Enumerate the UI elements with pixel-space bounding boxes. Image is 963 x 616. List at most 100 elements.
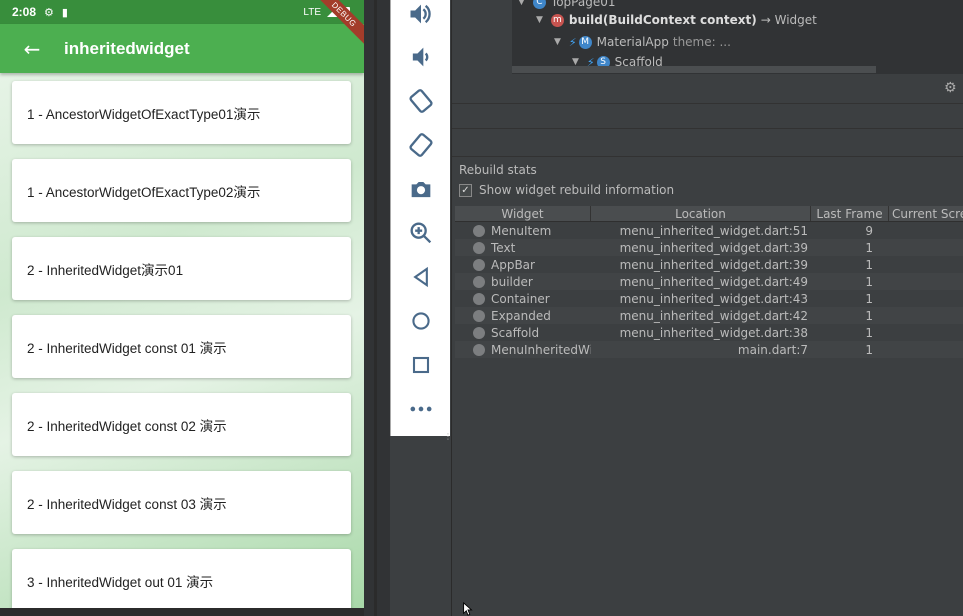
table-row[interactable]: Expanded menu_inherited_widget.dart:42 1 (455, 307, 963, 324)
tree-props: theme: ... (672, 35, 731, 49)
status-dot-icon (473, 258, 485, 271)
cell-widget: AppBar (491, 257, 535, 272)
back-icon[interactable] (407, 263, 435, 291)
settings-status-icon: ⚙ (44, 6, 54, 19)
status-dot-icon (473, 326, 485, 339)
status-dot-icon (473, 292, 485, 305)
table-row[interactable]: Scaffold menu_inherited_widget.dart:38 1 (455, 324, 963, 341)
status-dot-icon (473, 309, 485, 322)
menu-item[interactable]: 2 - InheritedWidget演示01 (12, 237, 351, 300)
volume-down-icon[interactable] (407, 43, 435, 71)
phone-bottom-edge (0, 608, 364, 616)
method-badge-icon: m (550, 13, 564, 27)
inspector-panel: ▼ C TopPage01 ▼ m build(BuildContext con… (451, 0, 963, 616)
menu-item[interactable]: 2 - InheritedWidget const 02 演示 (12, 393, 351, 456)
cell-location: menu_inherited_widget.dart:39 (619, 257, 808, 272)
menu-item[interactable]: 2 - InheritedWidget const 01 演示 (12, 315, 351, 378)
table-row[interactable]: builder menu_inherited_widget.dart:49 1 (455, 273, 963, 290)
phone-screen: 2:08 ⚙ ▮ LTE ← inheritedwidget DEBUG 1 -… (0, 0, 364, 608)
splitter[interactable] (374, 0, 377, 616)
cell-widget: MenuInheritedWidget (491, 342, 591, 357)
menu-list: 1 - AncestorWidgetOfExactType01演示 1 - An… (12, 81, 351, 608)
cell-location: menu_inherited_widget.dart:51 (619, 223, 808, 238)
cell-widget: Text (491, 240, 516, 255)
rebuild-stats-title: Rebuild stats (459, 163, 537, 177)
resize-grip-icon[interactable]: ⋮ (444, 432, 452, 446)
table-row[interactable]: AppBar menu_inherited_widget.dart:39 1 (455, 256, 963, 273)
cell-widget: builder (491, 274, 533, 289)
volume-up-icon[interactable] (407, 0, 435, 28)
checkbox-label: Show widget rebuild information (479, 183, 675, 197)
cell-last-frame: 1 (865, 240, 873, 255)
flutter-bolt-icon: ⚡ (568, 35, 577, 49)
menu-item[interactable]: 3 - InheritedWidget out 01 演示 (12, 549, 351, 608)
rebuild-table: Widget Location Last Frame Current Scre … (455, 206, 963, 358)
status-dot-icon (473, 224, 485, 237)
table-header: Widget Location Last Frame Current Scre (455, 206, 963, 222)
camera-icon[interactable] (407, 175, 435, 203)
column-header-last-frame[interactable]: Last Frame (811, 206, 889, 221)
expand-triangle-icon[interactable]: ▼ (536, 15, 543, 25)
cell-last-frame: 1 (865, 274, 873, 289)
tree-row[interactable]: ▼ ⚡ M MaterialApp theme: ... (554, 32, 731, 52)
cell-last-frame: 1 (865, 325, 873, 340)
sd-card-icon: ▮ (61, 6, 68, 19)
tree-label: TopPage01 (550, 0, 616, 9)
back-arrow-icon[interactable]: ← (0, 37, 64, 61)
rotate-right-icon[interactable] (407, 131, 435, 159)
divider (452, 128, 963, 129)
cell-widget: Expanded (491, 308, 551, 323)
expand-triangle-icon[interactable]: ▼ (518, 0, 525, 7)
overview-icon[interactable] (407, 351, 435, 379)
checkbox[interactable]: ✓ (459, 183, 472, 197)
status-bar: 2:08 ⚙ ▮ LTE (0, 0, 364, 24)
table-row[interactable]: MenuInheritedWidget main.dart:7 1 (455, 341, 963, 358)
cell-last-frame: 9 (865, 223, 873, 238)
status-time: 2:08 (12, 5, 37, 19)
network-type: LTE (303, 6, 321, 18)
rotate-left-icon[interactable] (407, 87, 435, 115)
table-row[interactable]: MenuItem menu_inherited_widget.dart:51 9 (455, 222, 963, 239)
menu-item[interactable]: 1 - AncestorWidgetOfExactType02演示 (12, 159, 351, 222)
gear-icon[interactable]: ⚙ (944, 81, 958, 95)
expand-triangle-icon[interactable]: ▼ (554, 37, 561, 47)
cell-widget: MenuItem (491, 223, 552, 238)
menu-item[interactable]: 2 - InheritedWidget const 03 演示 (12, 471, 351, 534)
app-bar: ← inheritedwidget (0, 24, 364, 73)
cell-location: menu_inherited_widget.dart:42 (619, 308, 808, 323)
zoom-icon[interactable] (407, 219, 435, 247)
tree-label: MaterialApp (596, 35, 669, 49)
more-icon[interactable] (407, 395, 435, 423)
cell-location: main.dart:7 (737, 342, 808, 357)
rebuild-stats-panel: Rebuild stats ✓ Show widget rebuild info… (452, 160, 963, 616)
tree-return-type: → Widget (760, 13, 817, 27)
inspector-toolbar: ⚙ (452, 74, 963, 104)
menu-item[interactable]: 1 - AncestorWidgetOfExactType01演示 (12, 81, 351, 144)
app-title: inheritedwidget (64, 38, 190, 58)
column-header-location[interactable]: Location (591, 206, 811, 221)
tree-label: build(BuildContext context) (568, 13, 757, 27)
cell-widget: Container (491, 291, 550, 306)
cell-location: menu_inherited_widget.dart:38 (619, 325, 808, 340)
divider (452, 156, 963, 157)
status-dot-icon (473, 343, 485, 356)
cell-last-frame: 1 (865, 257, 873, 272)
cell-location: menu_inherited_widget.dart:43 (619, 291, 808, 306)
tree-row[interactable]: ▼ m build(BuildContext context) → Widget (536, 10, 817, 30)
horizontal-scrollbar[interactable] (512, 66, 876, 73)
column-header-widget[interactable]: Widget (455, 206, 591, 221)
column-header-current-screen[interactable]: Current Scre (889, 206, 963, 221)
cell-last-frame: 1 (865, 308, 873, 323)
show-rebuild-info-option[interactable]: ✓ Show widget rebuild information (459, 182, 674, 198)
table-row[interactable]: Container menu_inherited_widget.dart:43 … (455, 290, 963, 307)
cell-widget: Scaffold (491, 325, 540, 340)
cell-last-frame: 1 (865, 291, 873, 306)
status-dot-icon (473, 275, 485, 288)
home-icon[interactable] (407, 307, 435, 335)
class-badge-icon: C (532, 0, 546, 9)
widget-tree: ▼ C TopPage01 ▼ m build(BuildContext con… (512, 0, 963, 74)
table-row[interactable]: Text menu_inherited_widget.dart:39 1 (455, 239, 963, 256)
mouse-cursor-icon (463, 602, 473, 616)
cell-last-frame: 1 (865, 342, 873, 357)
material-badge-icon: M (578, 35, 592, 49)
